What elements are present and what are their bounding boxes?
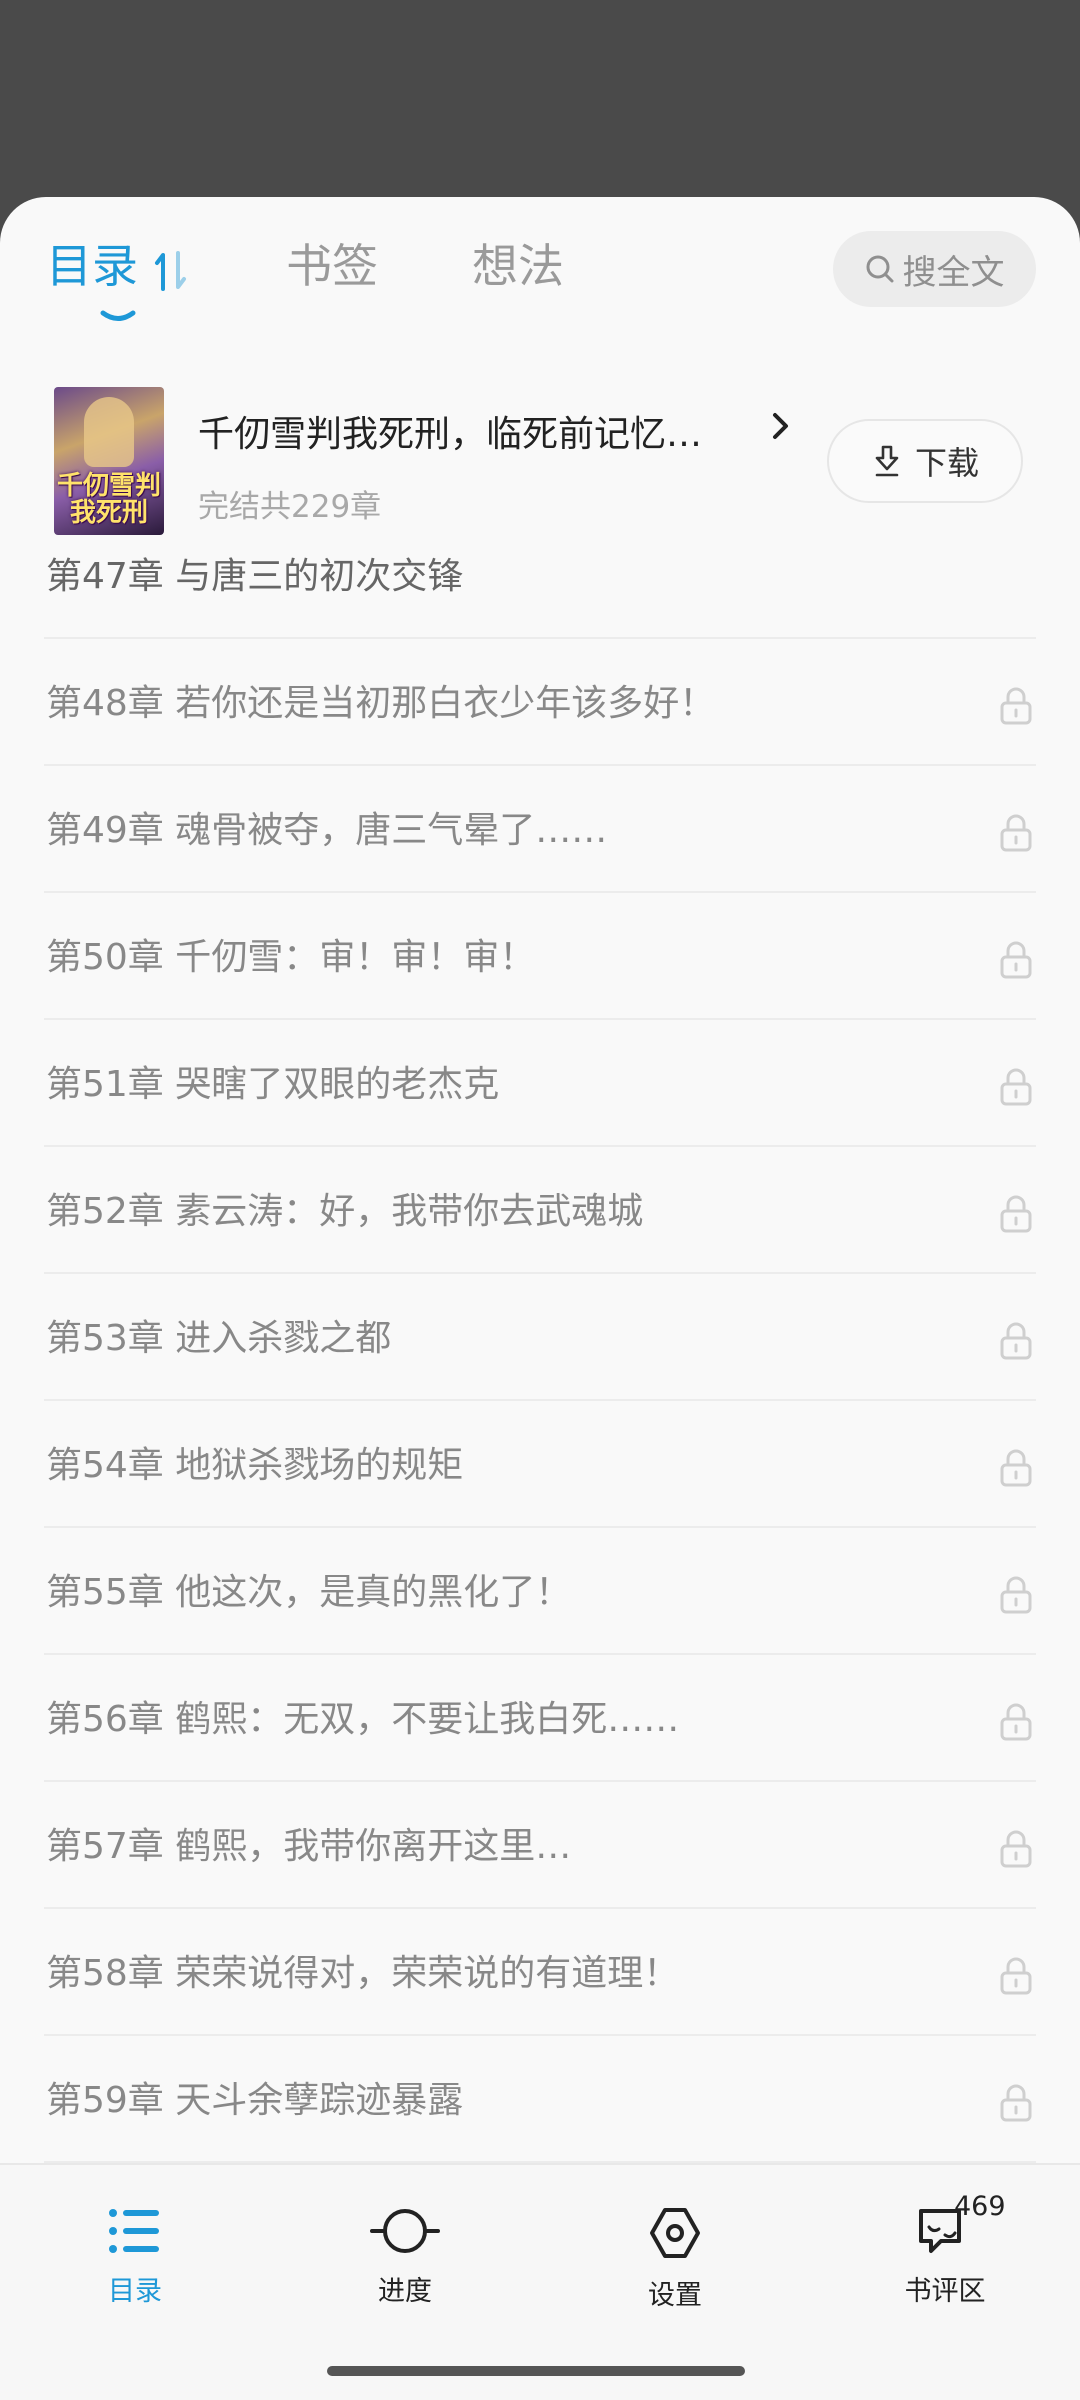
lock-icon <box>1000 941 1032 979</box>
nav-progress[interactable]: 进度 <box>330 2205 480 2308</box>
review-count-badge: 469 <box>954 2191 1006 2222</box>
lock-icon <box>1000 2084 1032 2122</box>
lock-icon <box>1000 1703 1032 1741</box>
chapter-title: 第50章 千仞雪：审！审！审！ <box>46 937 536 978</box>
nav-reviews-label: 书评区 <box>904 2276 986 2307</box>
search-label: 搜全文 <box>902 252 1005 293</box>
chapter-row[interactable]: 第57章 鹤熙，我带你离开这里… <box>44 1782 1036 1909</box>
tab-active-indicator <box>100 310 136 321</box>
lock-icon <box>1000 1195 1032 1233</box>
chapter-title: 第54章 地狱杀戮场的规矩 <box>46 1445 464 1486</box>
search-fulltext-button[interactable]: 搜全文 <box>833 231 1036 307</box>
nav-progress-label: 进度 <box>378 2276 432 2307</box>
lock-icon <box>1000 1068 1032 1106</box>
download-icon <box>875 445 899 477</box>
chapter-row[interactable]: 第52章 素云涛：好，我带你去武魂城 <box>44 1147 1036 1274</box>
chapter-title: 第48章 若你还是当初那白衣少年该多好！ <box>46 683 716 724</box>
chapter-title: 第55章 他这次，是真的黑化了！ <box>46 1572 572 1613</box>
list-icon <box>109 2209 159 2253</box>
chapter-title: 第57章 鹤熙，我带你离开这里… <box>46 1826 572 1867</box>
chevron-right-icon[interactable] <box>770 409 792 443</box>
chapter-title: 第51章 哭瞎了双眼的老杰克 <box>46 1064 500 1105</box>
bottom-nav: 目录 进度 设置 469 书评区 <box>0 2163 1080 2400</box>
chapter-title: 第56章 鹤熙：无双，不要让我白死…… <box>46 1699 680 1740</box>
progress-icon <box>370 2209 440 2253</box>
chapter-title: 第49章 魂骨被夺，唐三气晕了…… <box>46 810 608 851</box>
chapter-title: 第59章 天斗余孽踪迹暴露 <box>46 2080 464 2121</box>
download-label: 下载 <box>914 444 979 482</box>
tab-bar: 目录 书签 想法 搜全文 <box>0 197 1080 367</box>
chapter-row[interactable]: 第47章 与唐三的初次交锋 <box>44 543 1036 639</box>
chapter-row[interactable]: 第56章 鹤熙：无双，不要让我白死…… <box>44 1655 1036 1782</box>
lock-icon <box>1000 1830 1032 1868</box>
search-icon <box>866 255 893 283</box>
chapter-row[interactable]: 第58章 荣荣说得对，荣荣说的有道理！ <box>44 1909 1036 2036</box>
sort-icon[interactable] <box>154 249 188 293</box>
chapter-row[interactable]: 第53章 进入杀戮之都 <box>44 1274 1036 1401</box>
book-meta: 完结共229章 <box>198 489 382 525</box>
chapter-row[interactable]: 第48章 若你还是当初那白衣少年该多好！ <box>44 639 1036 766</box>
cover-title: 千仞雪判我死刑 <box>56 471 161 529</box>
tab-bookmarks[interactable]: 书签 <box>286 243 378 289</box>
chapter-title: 第58章 荣荣说得对，荣荣说的有道理！ <box>46 1953 680 1994</box>
nav-reviews[interactable]: 469 书评区 <box>870 2191 1020 2308</box>
cover-figure <box>84 397 134 467</box>
chapter-title: 第47章 与唐三的初次交锋 <box>46 556 464 597</box>
book-title[interactable]: 千仞雪判我死刑，临死前记忆… <box>198 405 758 457</box>
lock-icon <box>1000 1957 1032 1995</box>
chapter-list: 第47章 与唐三的初次交锋第48章 若你还是当初那白衣少年该多好！ 第49章 魂骨… <box>0 556 1080 2163</box>
tab-thoughts[interactable]: 想法 <box>472 243 564 289</box>
chapter-row[interactable]: 第55章 他这次，是真的黑化了！ <box>44 1528 1036 1655</box>
chapter-row[interactable]: 第54章 地狱杀戮场的规矩 <box>44 1401 1036 1528</box>
lock-icon <box>1000 814 1032 852</box>
nav-settings[interactable]: 设置 <box>600 2205 750 2312</box>
tab-toc[interactable]: 目录 <box>46 243 138 289</box>
chapter-row[interactable]: 第49章 魂骨被夺，唐三气晕了…… <box>44 766 1036 893</box>
chapter-row[interactable]: 第50章 千仞雪：审！审！审！ <box>44 893 1036 1020</box>
lock-icon <box>1000 1576 1032 1614</box>
settings-icon <box>650 2208 700 2258</box>
nav-toc-label: 目录 <box>108 2276 162 2307</box>
lock-icon <box>1000 1322 1032 1360</box>
nav-toc[interactable]: 目录 <box>60 2205 210 2308</box>
download-button[interactable]: 下载 <box>827 419 1023 503</box>
lock-icon <box>1000 687 1032 725</box>
chapter-row[interactable]: 第59章 天斗余孽踪迹暴露 <box>44 2036 1036 2163</box>
toc-sheet: 目录 书签 想法 搜全文 千仞雪判我死刑 千仞雪判我死刑，临死前记忆… 完结共2… <box>0 197 1080 2400</box>
chapter-row[interactable]: 第51章 哭瞎了双眼的老杰克 <box>44 1020 1036 1147</box>
nav-settings-label: 设置 <box>648 2280 702 2311</box>
chapter-title: 第52章 素云涛：好，我带你去武魂城 <box>46 1191 644 1232</box>
book-cover[interactable]: 千仞雪判我死刑 <box>54 387 164 535</box>
home-indicator[interactable] <box>327 2366 745 2376</box>
chapter-title: 第53章 进入杀戮之都 <box>46 1318 392 1359</box>
lock-icon <box>1000 1449 1032 1487</box>
